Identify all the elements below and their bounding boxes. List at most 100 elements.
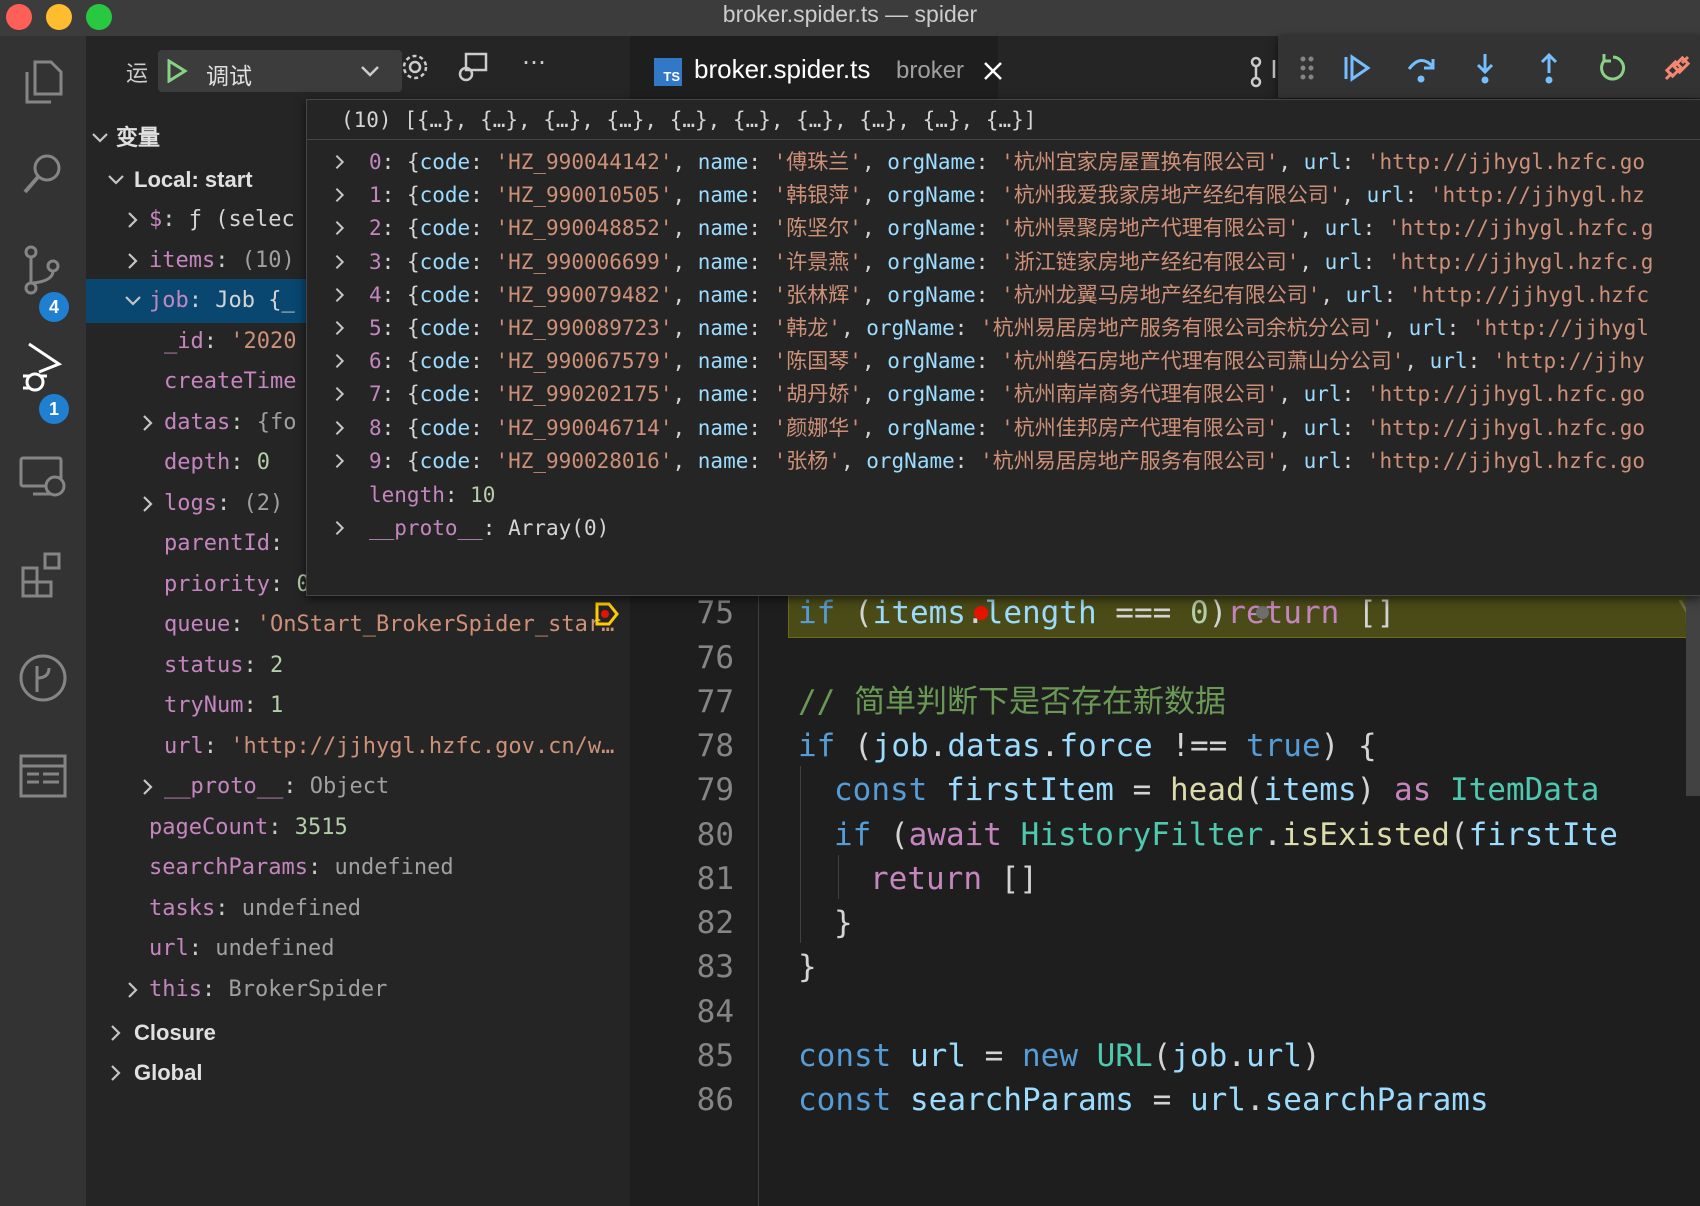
chevron-right-icon[interactable] <box>331 153 349 171</box>
code-line[interactable]: 85 const url = new URL(job.url) <box>630 1032 1700 1080</box>
hover-array-item[interactable]: 4: {code: 'HZ_990079482', name: '张林辉', o… <box>307 277 1700 313</box>
hover-array-item[interactable]: 1: {code: 'HZ_990010505', name: '韩银萍', o… <box>307 177 1700 213</box>
line-number: 86 <box>696 1082 734 1118</box>
chevron-down-icon[interactable] <box>123 291 143 311</box>
step-out-icon[interactable] <box>1532 51 1566 85</box>
variable-row[interactable]: status: 2 <box>86 644 630 688</box>
close-icon[interactable] <box>982 60 1004 82</box>
hover-array-item[interactable]: 3: {code: 'HZ_990006699', name: '许景燕', o… <box>307 244 1700 280</box>
punctuation: , <box>861 249 888 274</box>
item-url: 'http://jjhy <box>1492 349 1645 374</box>
extensions-icon[interactable] <box>13 544 73 604</box>
code-text: if (items.length === 0)return [] <box>798 589 1395 637</box>
punctuation: , <box>1341 183 1367 208</box>
scope-global[interactable]: Global <box>86 1051 630 1095</box>
chevron-right-icon[interactable] <box>138 494 158 514</box>
variable-row[interactable]: url: undefined <box>86 927 630 971</box>
code-token: const <box>834 772 928 809</box>
punctuation: , <box>1299 216 1325 241</box>
code-line[interactable]: 83} <box>630 943 1700 991</box>
hover-array-item[interactable]: 6: {code: 'HZ_990067579', name: '陈国琴', o… <box>307 343 1700 379</box>
more-actions-icon[interactable]: ⋯ <box>522 48 546 77</box>
tab-broker-spider[interactable]: TS broker.spider.ts broker <box>630 36 1002 106</box>
code-line[interactable]: 84 <box>630 988 1700 1036</box>
key-name: name <box>697 183 749 208</box>
code-line[interactable]: 75if (items.length === 0)return []Yo <box>630 589 1700 637</box>
debug-console-icon[interactable] <box>456 50 490 84</box>
variable-name: priority <box>164 571 270 597</box>
variable-row[interactable]: __proto__: Object <box>86 765 630 809</box>
hover-proto-row[interactable]: __proto__: Array(0) <box>307 510 1700 546</box>
code-token: const <box>798 1037 892 1074</box>
hover-array-item[interactable]: 0: {code: 'HZ_990044142', name: '傅珠兰', o… <box>307 144 1700 180</box>
code-line[interactable]: 81 return [] <box>630 855 1700 903</box>
hover-array-item[interactable]: 5: {code: 'HZ_990089723', name: '韩龙', or… <box>307 310 1700 346</box>
hover-array-item[interactable]: 8: {code: 'HZ_990046714', name: '颜娜华', o… <box>307 410 1700 446</box>
chevron-right-icon[interactable] <box>331 186 349 204</box>
variable-row[interactable]: pageCount: 3515 <box>86 806 630 850</box>
code-line[interactable]: 86 const searchParams = url.searchParams <box>630 1076 1700 1124</box>
debug-hover-widget[interactable]: (10) [{…}, {…}, {…}, {…}, {…}, {…}, {…},… <box>306 99 1700 596</box>
scope-closure[interactable]: Closure <box>86 1011 630 1055</box>
chevron-right-icon[interactable] <box>138 413 158 433</box>
chevron-right-icon[interactable] <box>123 980 143 1000</box>
hover-array-item[interactable]: 2: {code: 'HZ_990048852', name: '陈坚尔', o… <box>307 210 1700 246</box>
code-line[interactable]: 80 if (await HistoryFilter.isExisted(firs… <box>630 811 1700 859</box>
chevron-right-icon[interactable] <box>106 1023 126 1043</box>
chevron-right-icon[interactable] <box>331 519 349 537</box>
hover-item-text: 9: {code: 'HZ_990028016', name: '张杨', or… <box>369 443 1645 479</box>
key-org: orgName <box>887 150 976 174</box>
variable-row[interactable]: searchParams: undefined <box>86 846 630 890</box>
remote-explorer-icon[interactable] <box>13 446 73 506</box>
variable-row[interactable]: url: 'http://jjhygl.hzfc.gov.cn/w… <box>86 725 630 769</box>
variable-row[interactable]: tryNum: 1 <box>86 684 630 728</box>
item-name: '陈国琴' <box>773 349 862 374</box>
search-icon[interactable] <box>13 144 73 204</box>
chevron-right-icon[interactable] <box>123 210 143 230</box>
source-control-icon[interactable] <box>13 240 73 300</box>
code-line[interactable]: 82} <box>630 899 1700 947</box>
code-line[interactable]: 79 const firstItem = head(items) as ItemD… <box>630 766 1700 814</box>
variable-separator: : <box>188 936 216 961</box>
chevron-right-icon[interactable] <box>331 319 349 337</box>
chevron-right-icon[interactable] <box>331 385 349 403</box>
chevron-right-icon[interactable] <box>106 1063 126 1083</box>
step-into-icon[interactable] <box>1468 51 1502 85</box>
chevron-right-icon[interactable] <box>331 286 349 304</box>
key-url: url <box>1303 448 1342 473</box>
git-graph-icon[interactable] <box>13 648 73 708</box>
continue-icon[interactable] <box>1340 51 1374 85</box>
hover-array-item[interactable]: 9: {code: 'HZ_990028016', name: '张杨', or… <box>307 443 1700 479</box>
variable-row[interactable]: queue: 'OnStart_BrokerSpider_star… <box>86 603 630 647</box>
code-line[interactable]: 76 <box>630 634 1700 682</box>
step-over-icon[interactable] <box>1404 51 1438 85</box>
panel-icon[interactable] <box>13 746 73 806</box>
chevron-right-icon[interactable] <box>331 219 349 237</box>
vertical-scrollbar[interactable] <box>1686 596 1700 796</box>
hover-array-item[interactable]: 7: {code: 'HZ_990202175', name: '胡丹娇', o… <box>307 376 1700 412</box>
chevron-right-icon[interactable] <box>331 253 349 271</box>
chevron-right-icon[interactable] <box>138 777 158 797</box>
line-number: 80 <box>696 816 734 853</box>
variable-row[interactable]: this: BrokerSpider <box>86 968 630 1012</box>
chevron-down-icon[interactable] <box>106 170 126 190</box>
launch-config-select[interactable]: 调试 <box>158 50 402 92</box>
chevron-right-icon[interactable] <box>331 352 349 370</box>
chevron-down-icon[interactable] <box>90 128 110 148</box>
explorer-icon[interactable] <box>13 52 73 112</box>
chevron-right-icon[interactable] <box>123 251 143 271</box>
gear-icon[interactable] <box>400 52 430 82</box>
variable-row[interactable]: tasks: undefined <box>86 887 630 931</box>
code-line[interactable]: 77 // 简单判断下是否存在新数据 <box>630 678 1700 726</box>
code-token: = <box>1113 772 1170 809</box>
play-icon[interactable] <box>166 59 188 83</box>
disconnect-icon[interactable] <box>1660 51 1694 85</box>
key-code: code <box>419 316 471 340</box>
chevron-right-icon[interactable] <box>331 419 349 437</box>
compare-changes-icon[interactable] <box>1248 54 1282 88</box>
drag-handle-icon[interactable] <box>1298 51 1316 85</box>
chevron-right-icon[interactable] <box>331 452 349 470</box>
code-line[interactable]: 78 if (job.datas.force !== true) { <box>630 722 1700 770</box>
run-debug-icon[interactable] <box>13 338 73 398</box>
restart-icon[interactable] <box>1596 51 1630 85</box>
